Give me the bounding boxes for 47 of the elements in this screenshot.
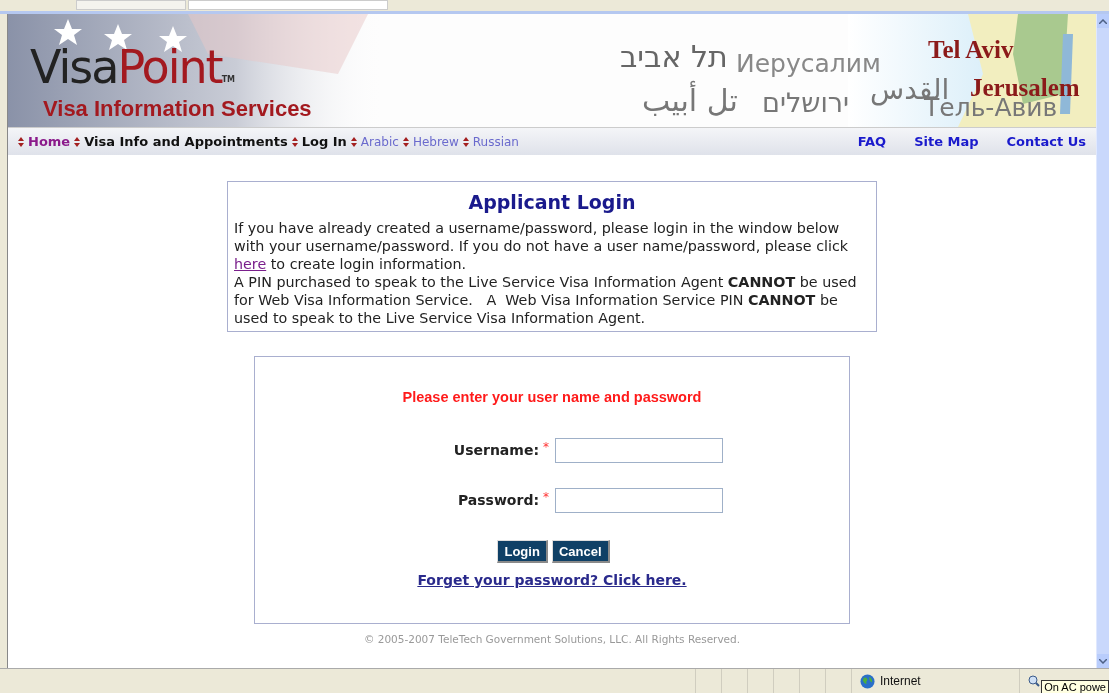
panel-title: Applicant Login <box>467 190 637 215</box>
diamond-icon <box>74 136 81 147</box>
diamond-icon <box>18 136 24 147</box>
field-label: Password: <box>456 491 539 511</box>
scroll-up-icon[interactable] <box>1099 18 1107 24</box>
nav-link[interactable]: Visa Info and Appointments <box>84 131 288 152</box>
form-button[interactable]: Cancel <box>551 540 610 564</box>
diamond-icon <box>462 136 469 147</box>
scroll-down-icon[interactable] <box>1099 658 1107 664</box>
tooltip: On AC powe <box>1041 680 1109 693</box>
logo-text: Point <box>117 44 222 90</box>
diamond-icon <box>350 136 357 147</box>
nav-link[interactable]: FAQ <box>857 131 887 152</box>
diamond-icon <box>402 136 409 147</box>
logo-text: Visa <box>30 44 118 90</box>
zone-text: Internet <box>880 673 921 690</box>
nav-link[interactable]: Hebrew <box>412 132 459 151</box>
info-paragraph: A PIN purchased to speak to the Live Service Visa Information Agent CANNOT be used for Web Visa Information Service. A Web Visa Information Service PIN CANNOT be used to speak to the Live Service Visa Information Agent. <box>234 272 858 327</box>
city-name: ירושלים <box>762 86 850 120</box>
nav-link[interactable]: Russian <box>472 132 519 151</box>
nav-link[interactable]: Home <box>28 131 71 152</box>
info-paragraph: If you have already created a username/password, please login in the window below with your username/password. If you do not have a user name/password, please click here to create login information. <box>234 218 850 273</box>
nav-link[interactable]: Arabic <box>360 132 399 151</box>
address-field[interactable] <box>188 0 388 10</box>
diamond-icon <box>291 136 298 147</box>
trademark-text: TM <box>221 76 236 84</box>
prompt-text: Please enter your user name and password <box>402 387 702 407</box>
form-button[interactable]: Login <box>497 540 548 564</box>
required-mark: * <box>543 439 549 457</box>
zoom-icon[interactable] <box>1028 675 1040 687</box>
tagline: Visa Information Services <box>43 95 312 123</box>
city-name: Иерусалим <box>736 48 881 78</box>
input-field[interactable] <box>555 438 723 464</box>
required-mark: * <box>543 489 549 507</box>
city-name: Tel Aviv <box>928 35 1014 65</box>
here-link[interactable]: here <box>234 255 267 272</box>
nav-link[interactable]: Contact Us <box>1006 131 1086 152</box>
nav-link[interactable]: Log In <box>301 131 347 152</box>
globe-icon <box>860 673 875 689</box>
copyright-text: © 2005-2007 TeleTech Government Solutions, LLC. All Rights Reserved. <box>363 631 741 647</box>
nav-link[interactable]: Site Map <box>914 131 979 152</box>
forgot-password-link[interactable]: Forget your password? Click here. <box>417 570 687 592</box>
city-name: تل أبيب <box>642 80 738 122</box>
toolbar-tab[interactable] <box>76 0 186 10</box>
field-label: Username: <box>452 441 539 461</box>
input-field[interactable] <box>555 488 723 514</box>
city-name: תל אביב <box>620 38 728 76</box>
